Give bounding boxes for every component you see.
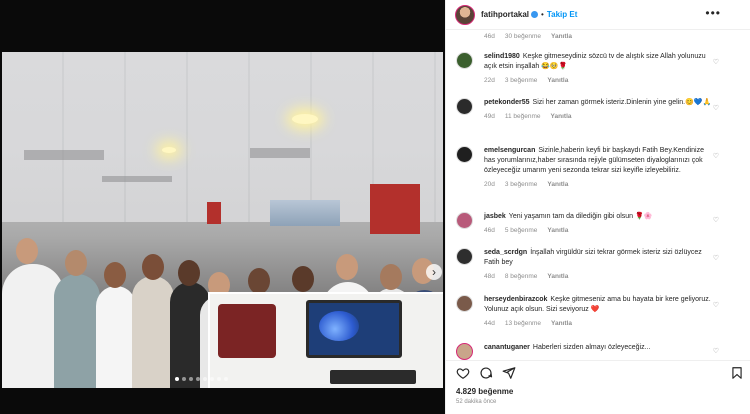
commenter-username[interactable]: herseydenbirazcok — [484, 296, 547, 303]
comment-age: 46d — [484, 227, 495, 234]
verified-icon — [531, 11, 539, 18]
commenter-avatar[interactable] — [456, 146, 473, 163]
reply-button[interactable]: Yanıtla — [547, 226, 568, 236]
comment-list: 46d 30 beğenme Yanıtla selind1980 Keşke g… — [446, 30, 750, 360]
comment-likes[interactable]: 3 beğenme — [505, 76, 538, 86]
comment-age: 46d — [484, 33, 495, 40]
heart-icon[interactable]: ♡ — [713, 58, 719, 66]
commenter-avatar[interactable] — [456, 212, 473, 229]
commenter-username[interactable]: canantuganer — [484, 344, 530, 351]
comment-age: 49d — [484, 113, 495, 120]
comment-likes[interactable]: 5 beğenme — [505, 226, 538, 236]
reply-button[interactable]: Yanıtla — [551, 319, 572, 329]
commenter-username[interactable]: emelsengurcan — [484, 147, 535, 154]
commenter-avatar[interactable] — [456, 295, 473, 312]
carousel-dots — [175, 377, 228, 381]
heart-icon[interactable]: ♡ — [713, 104, 719, 112]
commenter-avatar[interactable] — [456, 52, 473, 69]
commenter-avatar[interactable] — [456, 98, 473, 115]
heart-icon[interactable]: ♡ — [713, 254, 719, 262]
post-media: › — [0, 0, 445, 414]
author-username[interactable]: fatihportakal — [481, 10, 529, 19]
comment-likes[interactable]: 3 beğenme — [505, 180, 538, 190]
author-avatar[interactable] — [455, 4, 475, 25]
follow-button[interactable]: Takip Et — [547, 10, 578, 19]
commenter-username[interactable]: selind1980 — [484, 53, 520, 60]
comment-age: 44d — [484, 320, 495, 327]
reply-button[interactable]: Yanıtla — [547, 76, 568, 86]
comment-likes[interactable]: 30 beğenme — [505, 33, 541, 40]
commenter-username[interactable]: petekonder55 — [484, 99, 530, 106]
heart-icon[interactable] — [456, 366, 470, 380]
header-separator: • — [541, 10, 544, 19]
commenter-username[interactable]: seda_scrdgn — [484, 249, 527, 256]
comment-likes[interactable]: 11 beğenme — [505, 112, 541, 122]
comment-age: 22d — [484, 77, 495, 84]
comment-meta: 46d 30 beğenme Yanıtla — [484, 33, 572, 40]
comments-panel: fatihportakal • Takip Et ••• 46d 30 beğe… — [445, 0, 750, 414]
comment-likes[interactable]: 8 beğenme — [505, 272, 538, 282]
heart-icon[interactable]: ♡ — [713, 347, 719, 355]
heart-icon[interactable]: ♡ — [713, 216, 719, 224]
share-icon[interactable] — [502, 366, 516, 380]
comment-text: Haberleri sizden almayı özleyeceğiz... — [532, 344, 651, 351]
comment-text: Sizi her zaman görmek isteriz.Dinlenin y… — [532, 99, 712, 106]
post-header: fatihportakal • Takip Et ••• — [446, 0, 750, 30]
like-count[interactable]: 4.829 beğenme — [456, 387, 513, 396]
reply-button[interactable]: Yanıtla — [547, 180, 568, 190]
commenter-avatar[interactable] — [456, 248, 473, 265]
comment-text: Yeni yaşamın tam da dilediğin gibi olsun… — [508, 213, 653, 220]
comment-age: 48d — [484, 273, 495, 280]
reply-button[interactable]: Yanıtla — [551, 33, 572, 40]
post-time: 52 dakika önce — [456, 399, 497, 405]
reply-button[interactable]: Yanıtla — [547, 272, 568, 282]
inset-photo — [208, 292, 443, 388]
heart-icon[interactable]: ♡ — [713, 152, 719, 160]
reply-button[interactable]: Yanıtla — [551, 112, 572, 122]
commenter-avatar[interactable] — [456, 343, 473, 360]
chevron-right-icon[interactable]: › — [426, 264, 442, 280]
bookmark-icon[interactable] — [730, 366, 744, 380]
heart-icon[interactable]: ♡ — [713, 301, 719, 309]
commenter-username[interactable]: jasbek — [484, 213, 506, 220]
more-icon[interactable]: ••• — [705, 6, 721, 20]
action-bar — [446, 360, 750, 380]
comment-icon[interactable] — [479, 366, 493, 380]
comment-age: 20d — [484, 181, 495, 188]
comment-likes[interactable]: 13 beğenme — [505, 319, 541, 329]
